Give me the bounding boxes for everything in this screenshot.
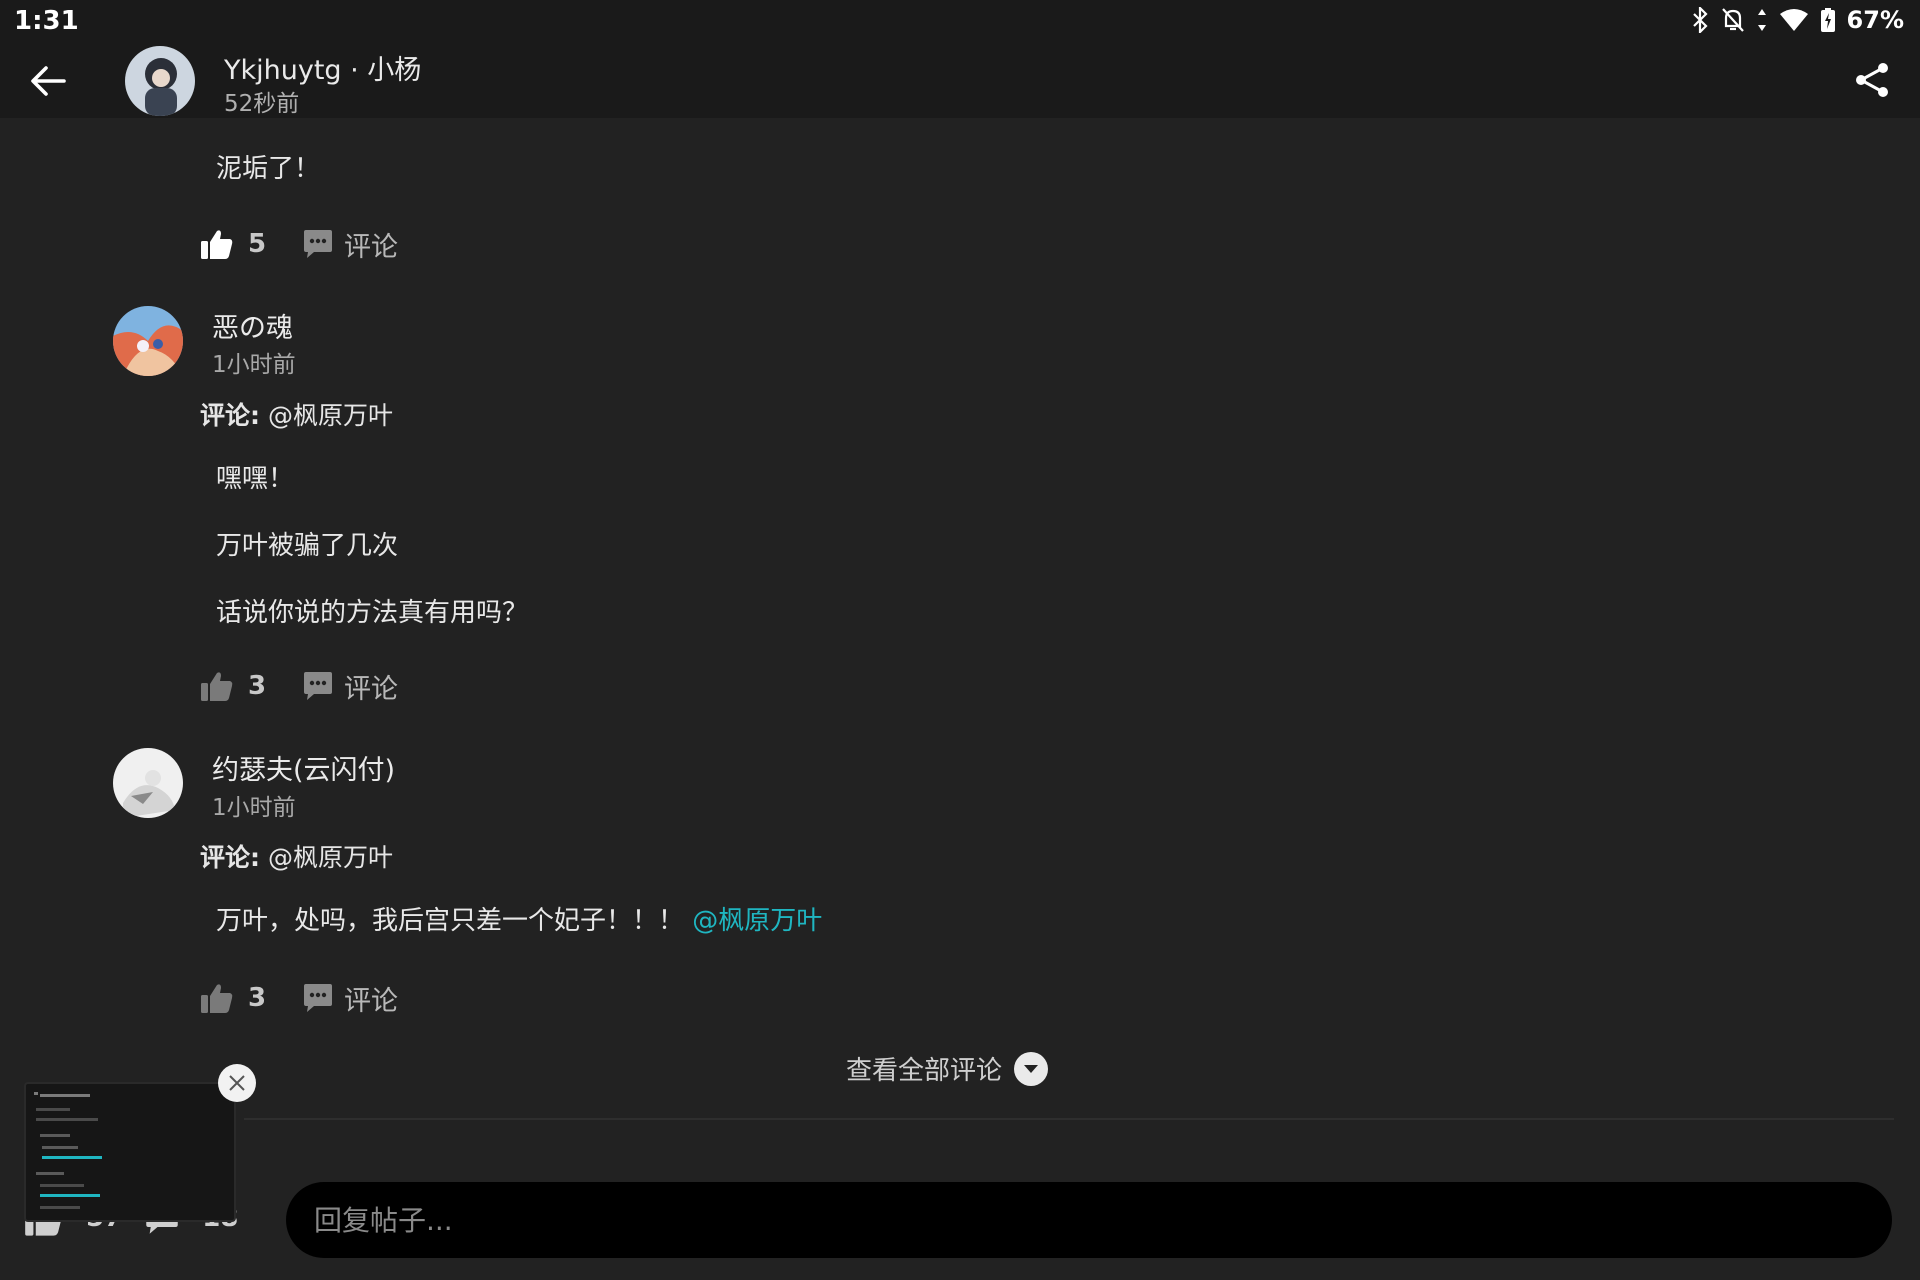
commenter-avatar[interactable] <box>113 748 183 818</box>
close-thumbnail-button[interactable] <box>218 1064 256 1102</box>
close-icon <box>229 1075 245 1091</box>
comment-label: 评论 <box>344 985 398 1017</box>
divider <box>244 1118 1894 1120</box>
top-app-bar: Ykjhuytg · 小杨 52秒前 <box>0 44 1920 118</box>
thumbs-up-icon <box>201 984 233 1013</box>
status-bar: 1:31 67% <box>0 0 1920 44</box>
comment-label: 评论 <box>344 231 398 263</box>
comment-bubble-icon <box>304 984 332 1012</box>
comment-line: 嘿嘿！ <box>216 464 295 494</box>
reply-target-user[interactable]: @枫原万叶 <box>268 843 393 872</box>
commenter-avatar[interactable] <box>113 306 183 376</box>
comment-time: 1小时前 <box>212 795 296 821</box>
comment-label: 评论 <box>344 673 398 705</box>
reply-label: 评论: <box>200 401 260 430</box>
wifi-icon <box>1779 9 1808 31</box>
screenshot-preview-thumbnail[interactable] <box>24 1082 236 1222</box>
thumbs-up-icon <box>201 672 233 701</box>
comment-button[interactable]: 评论 <box>302 667 398 706</box>
chevron-down-icon <box>1014 1051 1049 1086</box>
status-icons: 67% <box>1691 6 1904 34</box>
like-count: 3 <box>248 671 267 701</box>
reply-target: 评论: @枫原万叶 <box>200 838 393 874</box>
reply-post-input[interactable] <box>286 1182 1892 1258</box>
like-button[interactable]: 5 <box>200 227 288 261</box>
reply-target: 评论: @枫原万叶 <box>200 396 393 432</box>
post-time: 52秒前 <box>224 91 300 117</box>
reply-target-user[interactable]: @枫原万叶 <box>268 401 393 430</box>
comment-line: 话说你说的方法真有用吗？ <box>216 598 529 628</box>
commenter-name[interactable]: 约瑟夫(云闪付) <box>212 748 395 787</box>
comment-line: 万叶被骗了几次 <box>216 531 399 561</box>
notifications-off-icon <box>1721 8 1744 32</box>
view-all-label: 查看全部评论 <box>846 1056 1003 1086</box>
like-count: 3 <box>248 983 267 1013</box>
author-name[interactable]: Ykjhuytg · 小杨 <box>224 48 421 87</box>
comment-time: 1小时前 <box>212 352 296 378</box>
data-arrows-icon <box>1757 9 1766 31</box>
like-button[interactable]: 3 <box>200 981 288 1015</box>
like-button[interactable]: 3 <box>200 669 288 703</box>
view-all-comments-button[interactable]: 查看全部评论 <box>846 1050 1049 1087</box>
bluetooth-icon <box>1692 7 1708 33</box>
comment-bubble-icon <box>304 230 332 258</box>
comment-button[interactable]: 评论 <box>302 979 398 1018</box>
battery-icon <box>1820 8 1835 32</box>
reply-label: 评论: <box>200 843 260 872</box>
comment-line: 万叶，处吗，我后宫只差一个妃子！！！ @枫原万叶 <box>216 900 822 937</box>
comment-text: 万叶，处吗，我后宫只差一个妃子！！！ <box>216 906 685 936</box>
share-icon[interactable] <box>1852 60 1892 100</box>
like-count: 5 <box>248 229 267 259</box>
comment-button[interactable]: 评论 <box>302 225 398 264</box>
thumbs-up-icon <box>201 230 233 259</box>
battery-percent: 67% <box>1846 6 1904 34</box>
status-time: 1:31 <box>14 6 79 36</box>
reply-actions: 5 评论 <box>200 222 398 266</box>
author-avatar[interactable] <box>125 46 195 116</box>
back-arrow-icon[interactable] <box>28 60 70 102</box>
comment-actions: 3 评论 <box>200 976 398 1020</box>
comment-bubble-icon <box>304 672 332 700</box>
mention-link[interactable]: @枫原万叶 <box>692 906 822 936</box>
comment-actions: 3 评论 <box>200 664 398 708</box>
reply-text: 泥垢了！ <box>216 154 321 184</box>
commenter-name[interactable]: 恶の魂 <box>212 306 293 345</box>
